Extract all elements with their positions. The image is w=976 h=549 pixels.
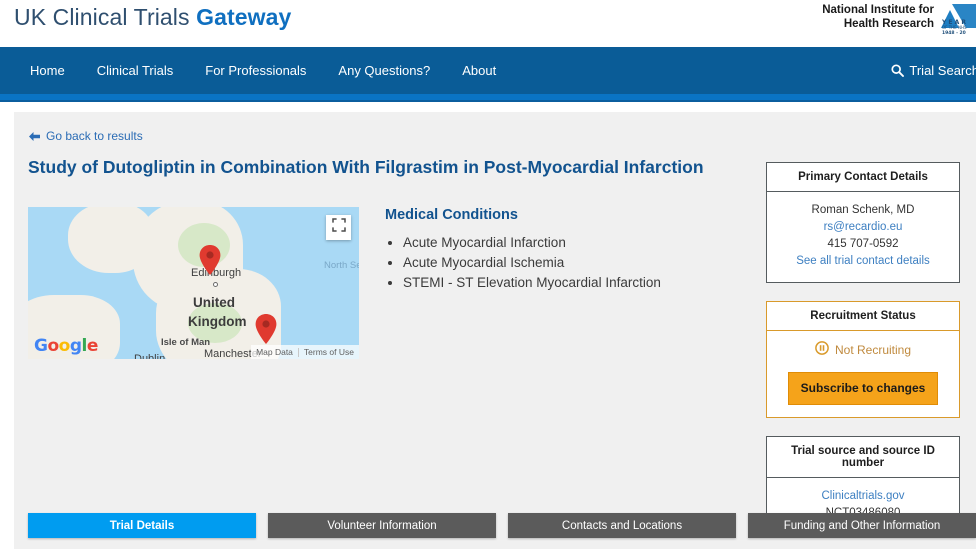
page-title: Study of Dutogliptin in Combination With… <box>28 157 704 177</box>
tab-volunteer-information[interactable]: Volunteer Information <box>268 513 496 538</box>
map-label-dublin: Dublin <box>134 353 166 359</box>
recruitment-status-text: Not Recruiting <box>834 343 912 357</box>
subscribe-to-changes-button[interactable]: Subscribe to changes <box>787 372 939 405</box>
see-all-contact-details-link[interactable]: See all trial contact details <box>773 253 953 270</box>
trial-locations-map[interactable]: North Sea Edinburgh United Kingdom Isle … <box>28 207 359 359</box>
go-back-label: Go back to results <box>46 129 143 143</box>
map-land-islands <box>68 207 153 273</box>
medical-conditions-section: Medical Conditions Acute Myocardial Infa… <box>385 207 735 293</box>
nav-item-list: Home Clinical Trials For Professionals A… <box>0 63 512 78</box>
nihr-line-1: National Institute for <box>822 4 934 16</box>
nihr-line-2: Health Research <box>843 17 934 30</box>
page-body: Go back to results Study of Dutogliptin … <box>0 102 976 549</box>
primary-contact-card: Primary Contact Details Roman Schenk, MD… <box>766 162 960 283</box>
svg-text:OF THE NHS: OF THE NHS <box>942 25 967 30</box>
map-label-isle-of-man: Isle of Man <box>161 337 211 348</box>
arrow-left-icon <box>28 131 41 142</box>
map-city-dot-edinburgh <box>213 282 218 287</box>
recruitment-status-heading: Recruitment Status <box>767 302 959 331</box>
nihr-text: National Institute for Health Research <box>822 2 934 31</box>
nav-item-any-questions[interactable]: Any Questions? <box>322 63 446 78</box>
recruitment-status-card: Recruitment Status Not Recruiting Subscr <box>766 301 960 418</box>
trial-search-button[interactable]: Trial Search <box>891 47 976 94</box>
map-pin-icon[interactable] <box>254 313 278 345</box>
list-item: STEMI - ST Elevation Myocardial Infarcti… <box>403 273 735 293</box>
google-letter-e: e <box>86 336 99 356</box>
nav-item-about[interactable]: About <box>446 63 512 78</box>
tab-trial-details[interactable]: Trial Details <box>28 513 256 538</box>
trial-search-label: Trial Search <box>909 63 976 78</box>
google-letter-g1: G <box>34 336 48 356</box>
brand-strong: Gateway <box>196 4 292 30</box>
contact-name: Roman Schenk, MD <box>811 204 915 216</box>
map-data-link[interactable]: Map Data <box>251 347 298 357</box>
content-panel: Go back to results Study of Dutogliptin … <box>14 112 976 549</box>
map-label-country-line-2: Kingdom <box>188 314 247 329</box>
contact-email-link[interactable]: rs@recardio.eu <box>773 219 953 236</box>
list-item: Acute Myocardial Ischemia <box>403 253 735 273</box>
map-pin-icon[interactable] <box>198 244 222 276</box>
google-letter-g2: g <box>69 336 82 356</box>
map-terms-of-use-link[interactable]: Terms of Use <box>299 347 359 357</box>
masthead: UK Clinical Trials Gateway National Inst… <box>0 0 976 47</box>
nav-item-clinical-trials[interactable]: Clinical Trials <box>81 63 190 78</box>
primary-contact-body: Roman Schenk, MD rs@recardio.eu 415 707-… <box>767 192 959 282</box>
map-label-north-sea: North Sea <box>324 260 359 271</box>
google-letter-o1: o <box>47 336 59 356</box>
nav-item-home[interactable]: Home <box>14 63 81 78</box>
medical-conditions-heading: Medical Conditions <box>385 207 518 223</box>
nav-item-for-professionals[interactable]: For Professionals <box>189 63 322 78</box>
fullscreen-icon <box>331 218 346 237</box>
nihr-logo: Y E A R OF THE NHS 1948 - 20 <box>940 2 976 36</box>
map-fullscreen-button[interactable] <box>326 215 351 240</box>
map-label-country-line-1: United <box>193 295 235 310</box>
sidebar-cards: Primary Contact Details Roman Schenk, MD… <box>766 162 960 549</box>
search-icon <box>891 64 905 77</box>
list-item: Acute Myocardial Infarction <box>403 233 735 253</box>
primary-contact-heading: Primary Contact Details <box>767 163 959 192</box>
trial-source-link[interactable]: Clinicaltrials.gov <box>773 488 953 505</box>
site-brand[interactable]: UK Clinical Trials Gateway <box>14 4 291 31</box>
tab-funding-and-other-information[interactable]: Funding and Other Information <box>748 513 976 538</box>
google-letter-o2: o <box>58 336 71 356</box>
pause-circle-icon <box>815 341 829 360</box>
go-back-to-results-link[interactable]: Go back to results <box>28 129 143 143</box>
google-logo: Google <box>34 336 98 356</box>
recruitment-status-body: Not Recruiting Subscribe to changes <box>767 331 959 417</box>
status-badge: Not Recruiting <box>773 341 953 360</box>
trial-section-tabs: Trial Details Volunteer Information Cont… <box>28 513 976 538</box>
main-navigation: Home Clinical Trials For Professionals A… <box>0 47 976 94</box>
nihr-branding: National Institute for Health Research Y… <box>822 2 976 36</box>
trial-source-heading: Trial source and source ID number <box>767 437 959 478</box>
map-attribution: Map Data Terms of Use <box>251 345 359 359</box>
brand-prefix: UK Clinical Trials <box>14 4 197 30</box>
contact-phone: 415 707-0592 <box>827 238 899 250</box>
tab-contacts-and-locations[interactable]: Contacts and Locations <box>508 513 736 538</box>
medical-conditions-list: Acute Myocardial Infarction Acute Myocar… <box>385 233 735 293</box>
svg-text:1948 - 20: 1948 - 20 <box>942 30 966 36</box>
